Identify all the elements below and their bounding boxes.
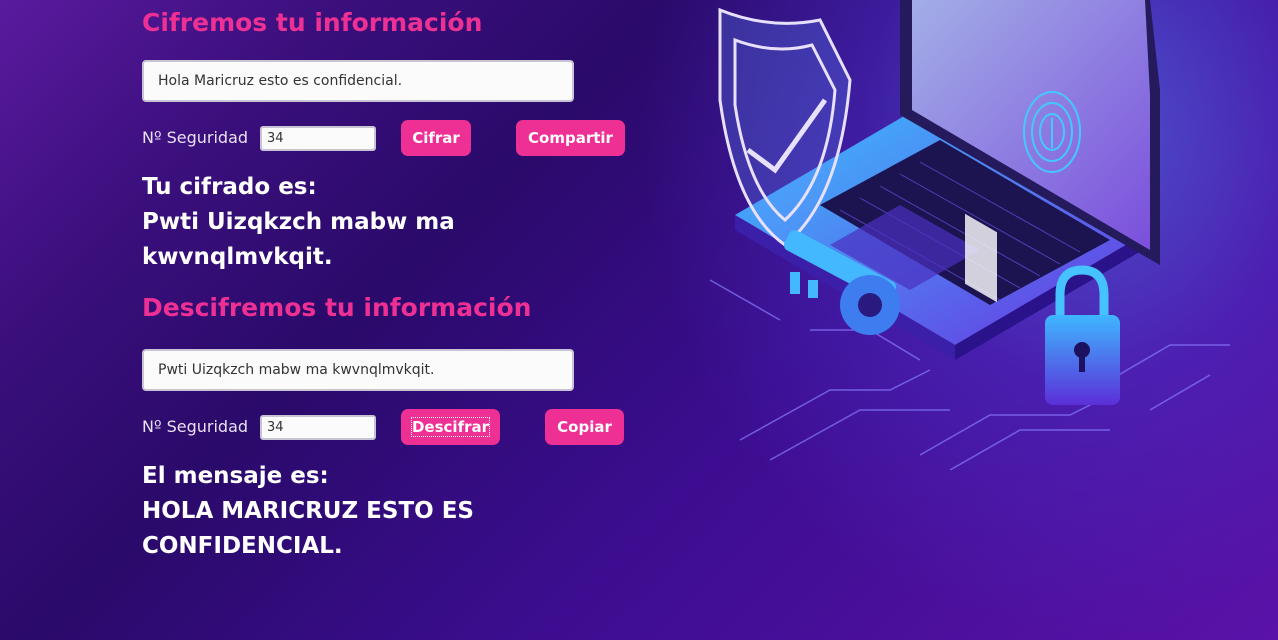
encrypt-button[interactable]: Cifrar [401, 120, 471, 156]
encrypt-result-text: Pwti Uizqkzch mabw ma kwvnqlmvkqit. [142, 209, 455, 270]
encrypt-button-label: Cifrar [412, 129, 460, 147]
decrypt-button[interactable]: Descifrar [401, 409, 500, 445]
encrypt-security-label: Nº Seguridad [142, 128, 249, 147]
security-illustration [709, 0, 1230, 470]
decrypt-message-input[interactable] [142, 349, 574, 391]
decrypt-heading: Descifremos tu información [142, 293, 532, 322]
encrypt-result: Tu cifrado es: Pwti Uizqkzch mabw ma kwv… [142, 170, 562, 275]
copy-button-label: Copiar [557, 418, 612, 436]
encrypt-result-title: Tu cifrado es: [142, 174, 317, 200]
fingerprint-icon [1023, 91, 1081, 173]
encrypt-message-input[interactable] [142, 60, 574, 102]
padlock-icon [1045, 265, 1120, 405]
decrypt-button-label: Descifrar [410, 417, 491, 437]
share-button-label: Compartir [528, 129, 613, 147]
encrypt-security-input[interactable] [260, 126, 376, 151]
share-button[interactable]: Compartir [516, 120, 625, 156]
decrypt-result-text: HOLA MARICRUZ ESTO ES CONFIDENCIAL. [142, 498, 474, 559]
decrypt-result: El mensaje es: HOLA MARICRUZ ESTO ES CON… [142, 459, 522, 564]
copy-button[interactable]: Copiar [545, 409, 624, 445]
decrypt-result-title: El mensaje es: [142, 463, 329, 489]
encrypt-heading: Cifremos tu información [142, 8, 483, 37]
decrypt-security-label: Nº Seguridad [142, 417, 249, 436]
decrypt-security-input[interactable] [260, 415, 376, 440]
